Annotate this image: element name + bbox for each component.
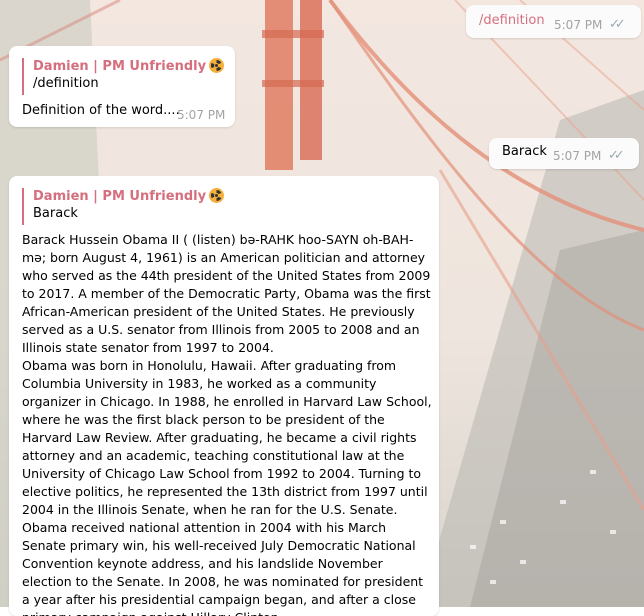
reply-quote[interactable]: Damien | PM Unfriendly Barack <box>22 188 225 225</box>
double-check-icon: ✓✓ <box>608 148 625 163</box>
reply-sender-name: Damien | PM Unfriendly <box>33 59 207 74</box>
reply-text: /definition <box>33 76 99 91</box>
message-incoming-barack-definition[interactable]: Damien | PM Unfriendly Barack Barack Hus… <box>9 176 439 616</box>
message-paragraph: Barack Hussein Obama II ( (listen) bə-RA… <box>22 232 431 355</box>
message-body: Barack Hussein Obama II ( (listen) bə-RA… <box>22 231 432 616</box>
message-paragraph: Obama was born in Honolulu, Hawaii. Afte… <box>22 358 432 616</box>
message-text: Barack <box>502 144 547 159</box>
reply-sender: Damien | PM Unfriendly <box>33 188 225 205</box>
message-outgoing-barack[interactable]: Barack 5:07 PM ✓✓ <box>489 138 639 169</box>
message-text: /definition <box>479 13 545 28</box>
message-time: 5:07 PM <box>554 18 603 32</box>
message-incoming-definition[interactable]: Damien | PM Unfriendly /definition Defin… <box>9 46 235 127</box>
radioactive-icon <box>209 188 225 203</box>
message-outgoing-definition[interactable]: /definition 5:07 PM ✓✓ <box>466 5 641 38</box>
reply-sender-name: Damien | PM Unfriendly <box>33 189 207 204</box>
reply-sender: Damien | PM Unfriendly <box>33 58 225 75</box>
message-time: 5:07 PM <box>177 108 226 122</box>
double-check-icon: ✓✓ <box>609 17 626 32</box>
reply-text: Barack <box>33 206 78 221</box>
radioactive-icon <box>209 58 225 73</box>
reply-quote[interactable]: Damien | PM Unfriendly /definition <box>22 58 225 95</box>
message-time: 5:07 PM <box>553 149 602 163</box>
message-text: Definition of the word.... <box>22 103 180 118</box>
